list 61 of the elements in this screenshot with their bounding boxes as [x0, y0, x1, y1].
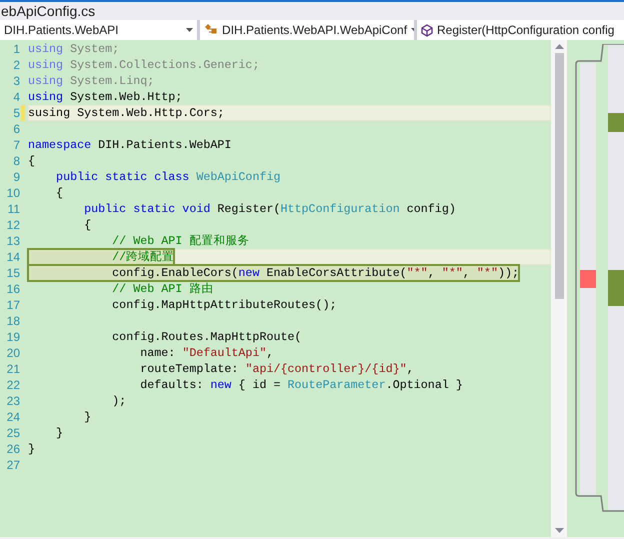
- line-number: 18: [6, 313, 20, 329]
- code-line: routeTemplate: "api/{controller}/{id}",: [139, 362, 414, 376]
- vertical-scrollbar[interactable]: [551, 40, 567, 537]
- line-number: 5: [12, 105, 20, 121]
- line-number: 20: [6, 345, 20, 361]
- line-number: 2: [12, 57, 20, 73]
- caret-icon: [186, 28, 194, 32]
- line-number: 10: [6, 185, 20, 201]
- line-number: 22: [6, 377, 20, 393]
- code-line: {: [55, 186, 64, 200]
- line-number: 14: [6, 249, 20, 265]
- code-line: }: [55, 426, 64, 440]
- code-line: using System;: [28, 42, 120, 56]
- code-line: config.MapHttpAttributeRoutes();: [111, 298, 337, 312]
- line-number: 15: [6, 265, 20, 281]
- code-line: // Web API 路由: [111, 282, 214, 296]
- line-number: 6: [12, 121, 20, 137]
- line-number: 16: [6, 281, 20, 297]
- line-number: 21: [6, 361, 20, 377]
- code-line: using System.Web.Http;: [28, 90, 182, 104]
- code-line: {: [83, 218, 92, 232]
- code-line: public static void Register(HttpConfiguration config): [83, 202, 456, 216]
- line-number: 25: [6, 425, 20, 441]
- method-cube-icon: [421, 24, 433, 36]
- code-line: }: [28, 442, 36, 456]
- code-line: public static class WebApiConfig: [55, 170, 281, 184]
- code-line: {: [28, 154, 36, 168]
- line-number: 9: [12, 169, 20, 185]
- line-number: 24: [6, 409, 20, 425]
- line-number: 1: [12, 41, 20, 57]
- line-number: 4: [12, 89, 20, 105]
- code-line: }: [83, 410, 92, 424]
- scrollbar-thumb[interactable]: [554, 53, 564, 299]
- navigation-dropdown[interactable]: Register(HttpConfiguration config: [417, 20, 624, 40]
- code-line: namespace DIH.Patients.WebAPI: [28, 138, 232, 152]
- navigation-dropdown[interactable]: DIH.Patients.WebAPI.WebApiConf: [200, 20, 414, 40]
- code-line: config.EnableCors(new EnableCorsAttribute("*", "*", "*"));: [111, 266, 520, 280]
- code-line: susing System.Web.Http.Cors;: [28, 106, 224, 120]
- code-line: using System.Linq;: [28, 74, 154, 88]
- line-number: 23: [6, 393, 20, 409]
- code-line: config.Routes.MapHttpRoute(: [111, 330, 302, 344]
- line-number: 8: [12, 153, 20, 169]
- line-number: 3: [12, 73, 20, 89]
- line-number: 19: [6, 329, 20, 345]
- code-line: // Web API 配置和服务: [111, 234, 250, 248]
- line-number: 12: [6, 217, 20, 233]
- scroll-up-icon[interactable]: [554, 44, 564, 49]
- code-line: //跨域配置: [111, 250, 174, 264]
- code-line: );: [111, 394, 126, 408]
- code-line: name: "DefaultApi",: [139, 346, 274, 360]
- line-number: 7: [12, 137, 20, 153]
- line-number: 26: [6, 441, 20, 457]
- code-line: using System.Collections.Generic;: [28, 58, 260, 72]
- scroll-down-icon[interactable]: [554, 528, 564, 533]
- line-number: 27: [6, 457, 20, 473]
- code-line: defaults: new { id = RouteParameter.Optional }: [139, 378, 463, 392]
- line-number: 17: [6, 297, 20, 313]
- line-number: 13: [6, 233, 20, 249]
- navigation-dropdown[interactable]: DIH.Patients.WebAPI: [0, 20, 198, 40]
- file-tab[interactable]: ebApiConfig.cs: [0, 2, 96, 20]
- line-number: 11: [6, 201, 20, 217]
